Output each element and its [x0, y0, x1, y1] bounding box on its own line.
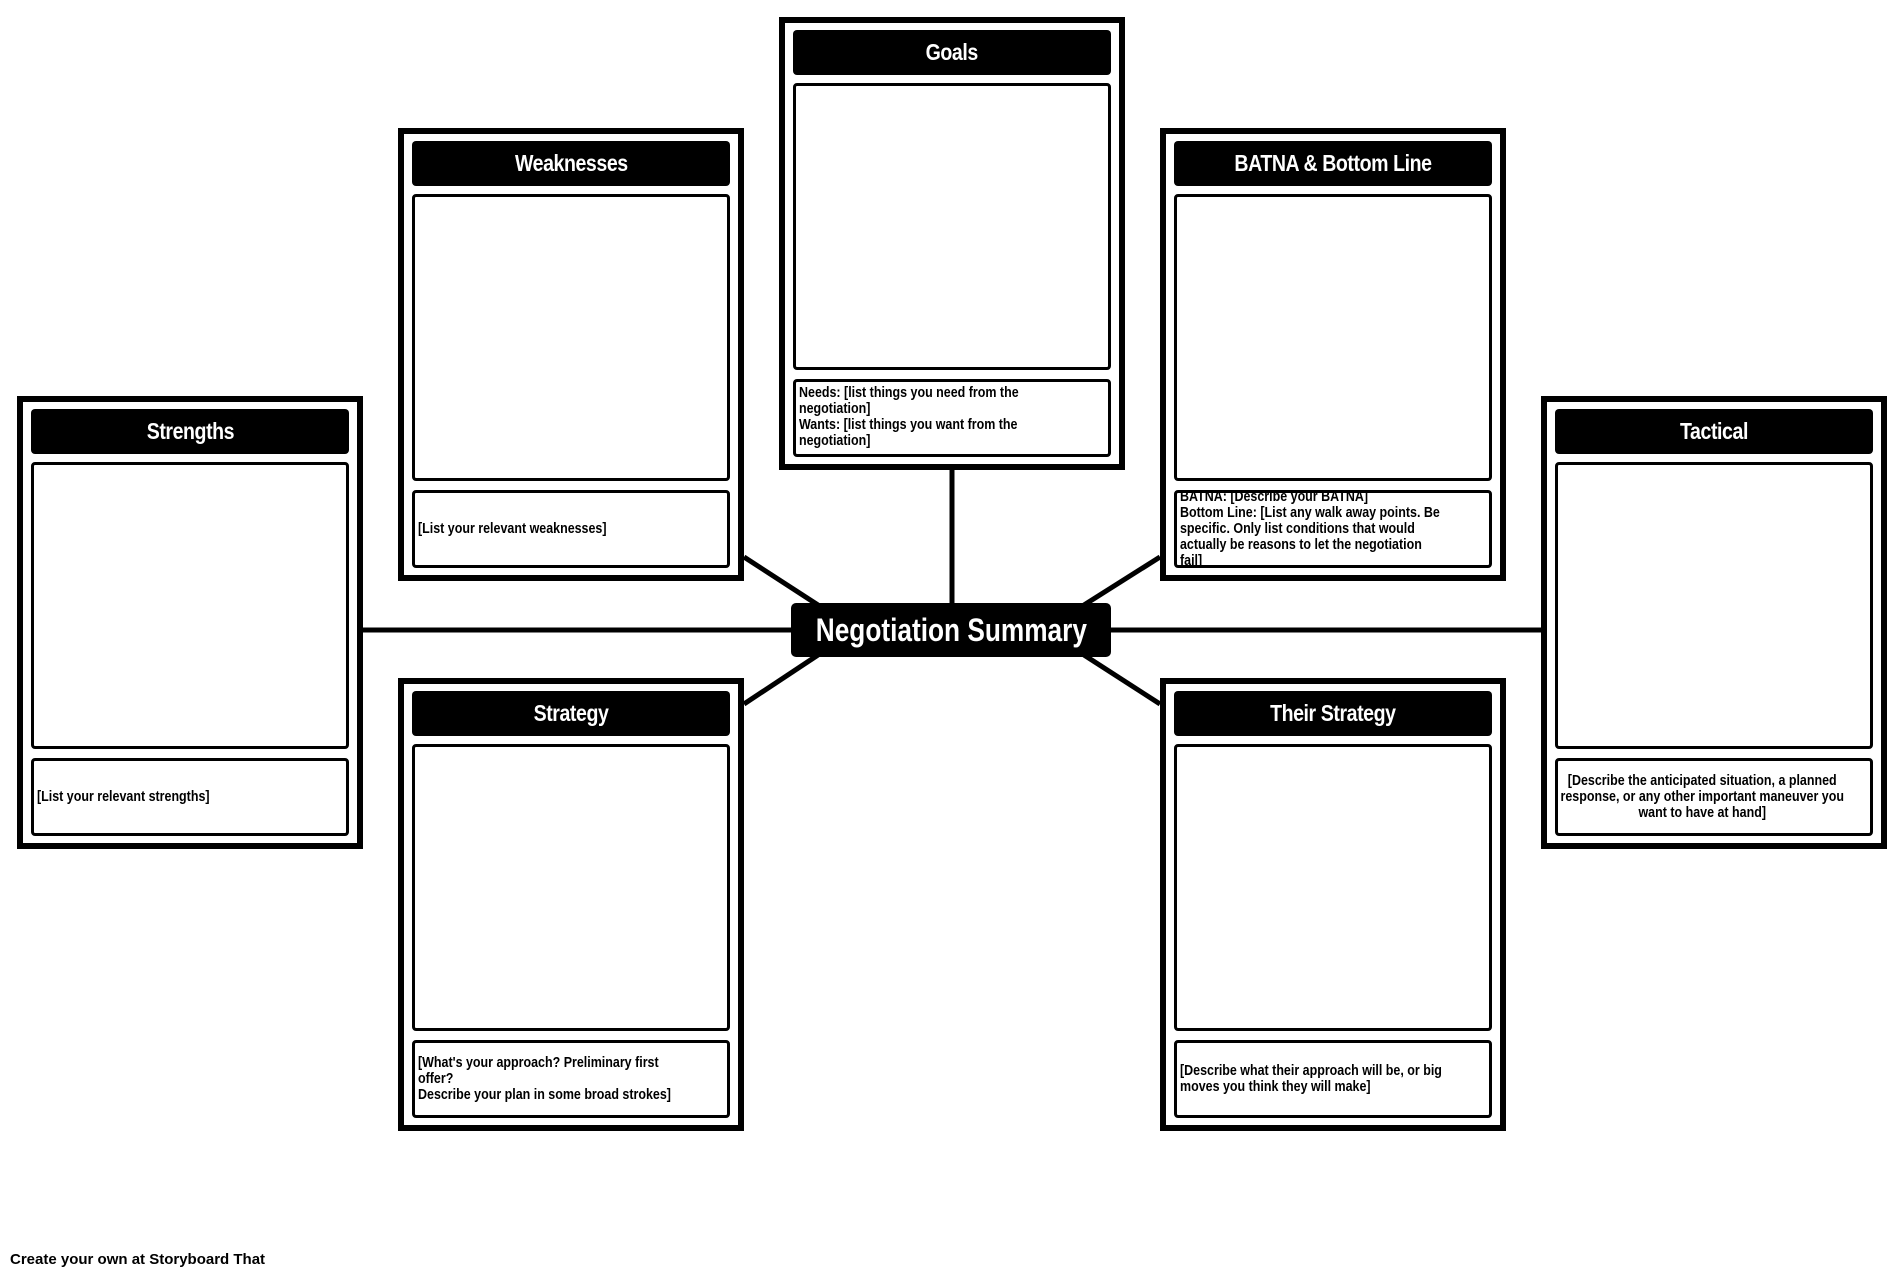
panel-strategy: Strategy [What's your approach? Prelimin… — [398, 678, 744, 1131]
footer-credit[interactable]: Create your own at Storyboard That — [10, 1251, 265, 1268]
panel-title: BATNA & Bottom Line — [1174, 141, 1492, 186]
panel-content-area[interactable] — [1555, 462, 1873, 749]
panel-title: Weaknesses — [412, 141, 730, 186]
panel-their-strategy: Their Strategy [Describe what their appr… — [1160, 678, 1506, 1131]
panel-content-area[interactable] — [1174, 744, 1492, 1031]
panel-content-area[interactable] — [793, 83, 1111, 370]
panel-goals: Goals Needs: [list things you need from … — [779, 17, 1125, 470]
panel-note[interactable]: [Describe the anticipated situation, a p… — [1555, 758, 1873, 836]
panel-note[interactable]: Needs: [list things you need from the ne… — [793, 379, 1111, 457]
panel-title: Strategy — [412, 691, 730, 736]
panel-note[interactable]: BATNA: [Describe your BATNA] Bottom Line… — [1174, 489, 1492, 569]
panel-content-area[interactable] — [412, 194, 730, 481]
panel-title: Strengths — [31, 409, 349, 454]
panel-note[interactable]: [What's your approach? Preliminary first… — [412, 1040, 730, 1118]
panel-title: Their Strategy — [1174, 691, 1492, 736]
panel-note[interactable]: [List your relevant strengths] — [31, 758, 349, 836]
connector-their-strategy — [1082, 652, 1162, 707]
panel-strengths: Strengths [List your relevant strengths] — [17, 396, 363, 849]
panel-title: Tactical — [1555, 409, 1873, 454]
panel-note[interactable]: [List your relevant weaknesses] — [412, 490, 730, 568]
panel-content-area[interactable] — [31, 462, 349, 749]
panel-title: Goals — [793, 30, 1111, 75]
panel-content-area[interactable] — [412, 744, 730, 1031]
panel-tactical: Tactical [Describe the anticipated situa… — [1541, 396, 1887, 849]
panel-weaknesses: Weaknesses [List your relevant weaknesse… — [398, 128, 744, 581]
connector-strategy — [742, 652, 820, 707]
panel-note[interactable]: [Describe what their approach will be, o… — [1174, 1040, 1492, 1118]
connector-batna — [1082, 554, 1162, 608]
center-title: Negotiation Summary — [815, 611, 1087, 648]
connector-weaknesses — [742, 554, 820, 608]
panel-batna: BATNA & Bottom Line BATNA: [Describe you… — [1160, 128, 1506, 581]
center-title-box: Negotiation Summary — [791, 603, 1111, 657]
panel-content-area[interactable] — [1174, 194, 1492, 481]
